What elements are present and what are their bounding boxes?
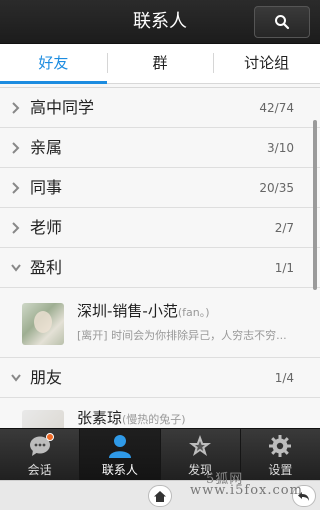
- group-name: 高中同学: [30, 98, 95, 117]
- group-row-teachers[interactable]: 老师 2/7: [0, 208, 320, 248]
- home-icon: [154, 490, 166, 502]
- chevron-right-icon: [12, 182, 20, 194]
- contact-name-line: 深圳-销售-小范(fan。): [77, 300, 210, 321]
- contact-tabs: 好友 群 讨论组: [0, 44, 320, 84]
- watermark-line2: www.i5fox.com: [190, 483, 303, 498]
- group-row-colleagues[interactable]: 同事 20/35: [0, 168, 320, 208]
- group-row-high-school[interactable]: 高中同学 42/74: [0, 88, 320, 128]
- contact-list[interactable]: 高中同学 42/74 亲属 3/10 同事 20/35 老师 2/7 盈利 1/…: [0, 84, 320, 428]
- group-count: 1/4: [274, 371, 294, 385]
- tab-discussions[interactable]: 讨论组: [213, 44, 320, 83]
- group-row-profit[interactable]: 盈利 1/1: [0, 248, 320, 288]
- gear-icon: [269, 435, 292, 457]
- tab-groups[interactable]: 群: [106, 44, 214, 83]
- nav-item-settings[interactable]: 设置: [239, 429, 320, 480]
- search-icon: [275, 15, 290, 30]
- group-count: 1/1: [274, 261, 294, 275]
- star-icon: [189, 435, 212, 456]
- title-bar: 联系人: [0, 0, 320, 44]
- unread-badge: [46, 433, 54, 441]
- chevron-down-icon: [11, 264, 21, 272]
- group-count: 3/10: [267, 141, 294, 155]
- chevron-right-icon: [12, 142, 20, 154]
- group-name: 老师: [30, 218, 63, 237]
- contact-row[interactable]: 张素琼(慢热的兔子): [0, 398, 320, 428]
- group-name: 盈利: [30, 258, 63, 277]
- search-button[interactable]: [254, 6, 310, 38]
- contact-name: 张素琼: [77, 409, 123, 427]
- avatar: [22, 303, 64, 345]
- nav-label: 会话: [27, 463, 52, 477]
- group-row-friends[interactable]: 朋友 1/4: [0, 358, 320, 398]
- contact-nickname: (fan。): [177, 306, 210, 319]
- group-row-relatives[interactable]: 亲属 3/10: [0, 128, 320, 168]
- contact-status: [离开] 时间会为你排除异己，人穷志不穷...: [77, 329, 287, 342]
- nav-label: 联系人: [101, 463, 138, 477]
- contact-row[interactable]: 深圳-销售-小范(fan。) [离开] 时间会为你排除异己，人穷志不穷...: [0, 288, 320, 358]
- group-count: 2/7: [274, 221, 294, 235]
- group-name: 同事: [30, 178, 63, 197]
- contact-name-line: 张素琼(慢热的兔子): [77, 407, 186, 428]
- nav-label: 设置: [268, 463, 293, 477]
- group-name: 朋友: [30, 368, 63, 387]
- chevron-right-icon: [12, 102, 20, 114]
- avatar: [22, 410, 64, 428]
- nav-item-chats[interactable]: 会话: [0, 429, 79, 480]
- contact-name: 深圳-销售-小范: [77, 302, 178, 320]
- group-name: 亲属: [30, 138, 63, 157]
- scrollbar[interactable]: [313, 120, 317, 290]
- contact-nickname: (慢热的兔子): [122, 413, 186, 426]
- home-button[interactable]: [148, 485, 172, 507]
- chevron-right-icon: [12, 222, 20, 234]
- chevron-down-icon: [11, 374, 21, 382]
- nav-item-contacts[interactable]: 联系人: [79, 429, 160, 480]
- group-count: 20/35: [259, 181, 294, 195]
- group-count: 42/74: [259, 101, 294, 115]
- tab-friends[interactable]: 好友: [0, 44, 107, 84]
- bottom-nav: 会话 联系人 发现 设置: [0, 428, 320, 480]
- person-icon: [108, 435, 131, 458]
